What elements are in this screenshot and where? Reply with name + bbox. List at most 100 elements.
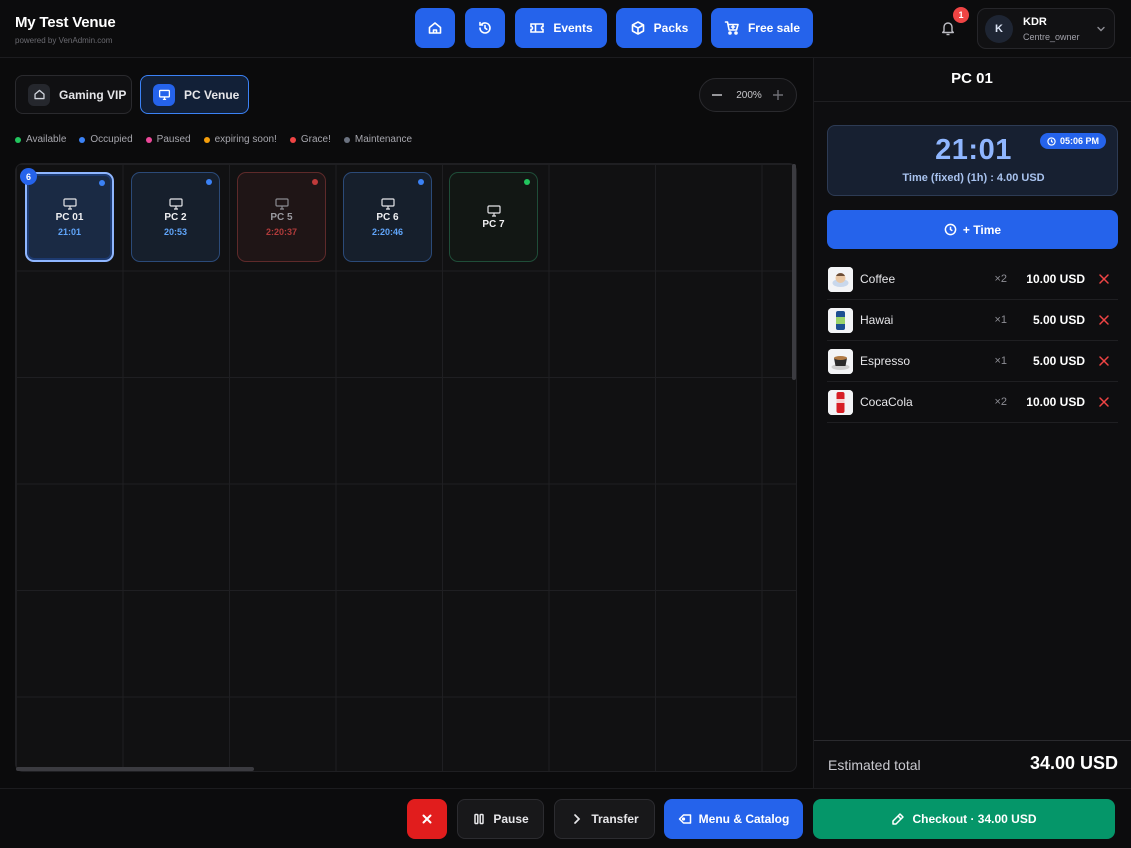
panel-title: PC 01 xyxy=(951,70,993,87)
divider xyxy=(814,740,1131,741)
order-item: CocaCola ×2 10.00 USD xyxy=(827,382,1118,423)
legend-dot xyxy=(289,136,296,143)
zoom-out-icon[interactable] xyxy=(710,88,724,102)
item-price: 5.00 USD xyxy=(1032,354,1085,368)
pause-icon xyxy=(474,813,485,825)
total-label: Estimated total xyxy=(828,757,921,773)
avatar: K xyxy=(985,15,1013,43)
zoom-level: 200% xyxy=(736,90,762,101)
legend-expiring: expiring soon! xyxy=(203,134,277,145)
menu-catalog-button[interactable]: Menu & Catalog xyxy=(664,799,803,839)
status-dot xyxy=(418,179,424,185)
item-price: 10.00 USD xyxy=(1026,272,1085,286)
remove-icon[interactable] xyxy=(1098,273,1110,285)
order-item: Coffee ×2 10.00 USD xyxy=(827,259,1118,300)
product-thumbnail xyxy=(828,267,853,292)
session-rate: Time (fixed) (1h) : 4.00 USD xyxy=(902,172,1045,184)
station-name: PC 01 xyxy=(55,211,84,223)
station-timer: 21:01 xyxy=(57,226,82,237)
item-name: CocaCola xyxy=(860,395,913,409)
notification-badge: 1 xyxy=(953,7,969,23)
total-value: 34.00 USD xyxy=(1029,753,1118,773)
order-item: Espresso ×1 5.00 USD xyxy=(827,341,1118,382)
station-name: PC 6 xyxy=(376,211,399,223)
ticket-icon xyxy=(892,813,905,825)
product-thumbnail xyxy=(828,390,853,415)
tag-icon xyxy=(678,814,691,824)
status-dot xyxy=(99,180,105,186)
user-name: KDR xyxy=(1023,16,1047,28)
remove-icon[interactable] xyxy=(1098,314,1110,326)
events-button[interactable]: Events xyxy=(515,8,607,48)
transfer-button[interactable]: Transfer xyxy=(554,799,655,839)
packs-label: Packs xyxy=(653,21,689,35)
legend-occupied: Occupied xyxy=(79,134,133,145)
item-quantity: ×2 xyxy=(994,273,1007,285)
user-menu[interactable]: K KDR Centre_owner xyxy=(977,8,1115,49)
product-thumbnail xyxy=(828,308,853,333)
history-icon xyxy=(479,21,491,34)
status-legend: Available Occupied Paused expiring soon!… xyxy=(15,134,412,145)
legend-paused: Paused xyxy=(145,134,191,145)
horizontal-scrollbar[interactable] xyxy=(16,767,254,771)
monitor-icon xyxy=(62,197,77,210)
packs-button[interactable]: Packs xyxy=(616,8,702,48)
end-time-badge: 05:06 PM xyxy=(1040,133,1107,149)
monitor-icon xyxy=(274,197,289,210)
station-pc-6[interactable]: PC 6 2:20:46 xyxy=(343,172,432,262)
station-timer: 2:20:46 xyxy=(371,226,404,237)
session-timer-card: 21:01 Time (fixed) (1h) : 4.00 USD 05:06… xyxy=(827,125,1118,196)
clock-icon xyxy=(944,223,957,236)
monitor-icon xyxy=(153,83,175,106)
home-button[interactable] xyxy=(415,8,455,48)
pause-button[interactable]: Pause xyxy=(457,799,544,839)
legend-dot xyxy=(203,136,210,143)
checkout-button[interactable]: Checkout · 34.00 USD xyxy=(813,799,1115,839)
vertical-scrollbar[interactable] xyxy=(792,164,796,380)
station-pc-7[interactable]: PC 7 xyxy=(449,172,538,262)
item-quantity: ×1 xyxy=(994,314,1007,326)
remove-icon[interactable] xyxy=(1098,396,1110,408)
station-timer: 20:53 xyxy=(163,226,188,237)
item-name: Coffee xyxy=(860,272,896,286)
legend-maintenance: Maintenance xyxy=(343,134,412,145)
tab-gaming-vip[interactable]: Gaming VIP xyxy=(15,75,132,114)
ticket-icon xyxy=(530,23,545,33)
status-dot xyxy=(524,179,530,185)
tab-pc-venue[interactable]: PC Venue xyxy=(140,75,249,114)
legend-dot xyxy=(15,136,21,143)
item-name: Espresso xyxy=(860,354,911,368)
powered-by: powered by VenAdmin.com xyxy=(15,36,113,45)
zoom-in-icon[interactable] xyxy=(771,88,785,102)
station-name: PC 2 xyxy=(164,211,187,223)
product-thumbnail xyxy=(828,349,853,374)
station-name: PC 5 xyxy=(270,211,293,223)
station-pc-5[interactable]: PC 5 2:20:37 xyxy=(237,172,326,262)
free-sale-button[interactable]: Free sale xyxy=(711,8,813,48)
user-role: Centre_owner xyxy=(1023,32,1080,42)
remove-icon[interactable] xyxy=(1098,355,1110,367)
stop-session-button[interactable] xyxy=(407,799,447,839)
monitor-icon xyxy=(380,197,395,210)
clock-icon xyxy=(1047,136,1056,146)
station-name: PC 7 xyxy=(482,218,505,230)
chevron-down-icon xyxy=(1097,26,1105,32)
station-pc-01[interactable]: PC 01 21:01 xyxy=(25,172,114,262)
legend-dot xyxy=(145,136,152,143)
item-price: 5.00 USD xyxy=(1032,313,1085,327)
item-name: Hawai xyxy=(860,313,894,327)
venue-title: My Test Venue xyxy=(15,14,116,31)
monitor-icon xyxy=(486,204,501,217)
free-sale-label: Free sale xyxy=(747,21,801,35)
station-pc-2[interactable]: PC 2 20:53 xyxy=(131,172,220,262)
legend-dot xyxy=(343,136,350,143)
status-dot xyxy=(312,179,318,185)
item-quantity: ×1 xyxy=(994,355,1007,367)
add-time-button[interactable]: + Time xyxy=(827,210,1118,249)
station-timer: 2:20:37 xyxy=(265,226,298,237)
history-button[interactable] xyxy=(465,8,505,48)
order-item: Hawai ×1 5.00 USD xyxy=(827,300,1118,341)
home-icon xyxy=(428,22,442,34)
monitor-icon xyxy=(168,197,183,210)
cart-icon xyxy=(724,21,739,35)
